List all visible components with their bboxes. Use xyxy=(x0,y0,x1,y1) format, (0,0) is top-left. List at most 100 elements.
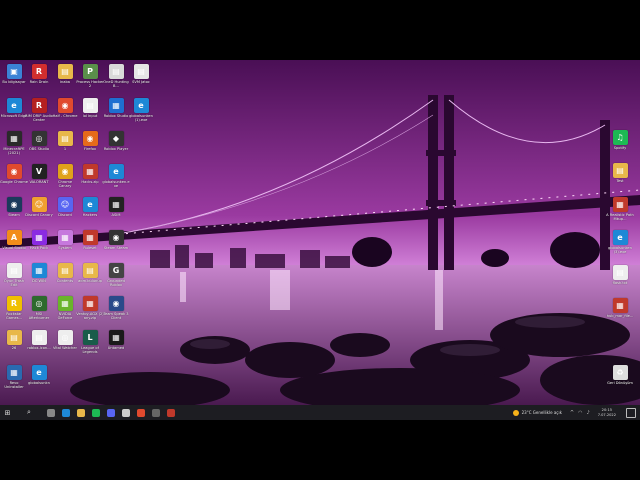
desktop-icon-label: Chrome Canary xyxy=(57,180,73,188)
app-icon: ▦ xyxy=(108,330,124,345)
app-icon: A xyxy=(6,230,22,245)
desktop-icon[interactable]: ▦ hub_mar_file... xyxy=(607,298,633,332)
desktop-icon[interactable]: ▦ Roblox Studio xyxy=(103,98,129,132)
app-icon: ♫ xyxy=(612,130,628,145)
desktop-icon[interactable]: ▤ Oyun Trash Edit xyxy=(1,263,27,297)
desktop-icon[interactable]: ◉ Half - Chrome xyxy=(52,98,78,132)
desktop-icon[interactable]: ▤ SVM Jatoc xyxy=(128,64,154,98)
app-icon: e xyxy=(82,197,98,212)
desktop-icon[interactable]: ▤ 1 xyxy=(52,131,78,165)
desktop-icon[interactable]: R RIM DRIP Audio Center xyxy=(25,98,53,132)
desktop-icon-label: League of Legends xyxy=(81,346,99,354)
desktop-icon[interactable]: ▤ roblox-icon... xyxy=(26,330,52,364)
app-icon: ◉ xyxy=(57,98,73,113)
desktop-icon[interactable]: ▦ System xyxy=(52,230,78,264)
desktop-icon[interactable]: ◎ MSI Afterburner xyxy=(26,296,52,330)
desktop-icon[interactable]: e globalsunken (3).exe xyxy=(607,230,633,264)
desktop-icon[interactable]: ◉ Steam Steam xyxy=(103,230,129,264)
desktop-icon[interactable]: L League of Legends xyxy=(77,330,103,364)
desktop-icon[interactable]: ▦ Hacks.zip xyxy=(77,164,103,198)
winrar-icon xyxy=(166,408,175,417)
desktop-icon[interactable]: ♫ Spotify xyxy=(607,130,633,164)
desktop-icon[interactable]: e globalsunken (1).exe xyxy=(128,98,154,132)
desktop-icon[interactable]: ▦ Hack Pack xyxy=(26,230,52,264)
taskbar-app-edge[interactable] xyxy=(58,405,73,420)
desktop-icon[interactable]: ▦ MinecraftPE (2021) xyxy=(1,131,27,165)
app-icon: G xyxy=(108,263,124,278)
desktop-icon[interactable]: R Rockstar Games... xyxy=(1,296,27,330)
desktop-icon-label: Revo Uninstaller xyxy=(4,381,24,389)
desktop-icon-label: roblox-icon... xyxy=(27,346,51,350)
volume-icon[interactable]: ♪ xyxy=(587,410,590,416)
desktop-icon[interactable]: ▤ adm.bulunup xyxy=(77,263,103,297)
desktop-icon-label: Discord xyxy=(58,213,72,217)
taskbar-app-chrome[interactable] xyxy=(133,405,148,420)
desktop-icon-label: Visual Studio xyxy=(2,246,26,250)
desktop-icon[interactable]: ▤ Contents xyxy=(52,263,78,297)
desktop-icon[interactable]: ◉ Team Speak 3 Client xyxy=(103,296,129,330)
app-icon: e xyxy=(6,98,22,113)
desktop-icon[interactable]: ▤ flash.txt xyxy=(607,265,633,299)
start-button[interactable]: ⊞ xyxy=(0,405,15,420)
desktop-icon-label: Bu bilgisayar xyxy=(2,80,26,84)
app-icon: ▦ xyxy=(82,230,98,245)
desktop-icon[interactable]: G Grounded Roblox xyxy=(103,263,129,297)
desktop-icon[interactable]: ◎ OBS Studio xyxy=(26,131,52,165)
desktop-icon[interactable]: R Rain Drain xyxy=(26,64,52,98)
desktop-icon[interactable]: P Process Hacker 2 xyxy=(76,64,104,98)
desktop-icon-label: lol input xyxy=(82,114,98,118)
desktop-icon[interactable]: ▤ lol input xyxy=(77,98,103,132)
clock[interactable]: 20:15 7.07.2022 xyxy=(598,408,616,417)
desktop-icon[interactable]: ▤ OneD Hunting B... xyxy=(103,64,129,98)
taskbar-app-roblox[interactable] xyxy=(118,405,133,420)
desktop-icon-label: SVM Jatoc xyxy=(132,80,150,84)
desktop-icon[interactable]: ▤ Test xyxy=(607,163,633,197)
desktop-icon[interactable]: ◉ Steam xyxy=(1,197,27,231)
desktop-icon-label: Roblox Player xyxy=(103,147,129,151)
desktop-icon[interactable]: ◆ Roblox Player xyxy=(103,131,129,165)
desktop-icon[interactable]: ▤ inaba xyxy=(52,64,78,98)
taskbar-app-task-view[interactable] xyxy=(43,405,58,420)
desktop-icon[interactable]: ◉ Chrome Canary xyxy=(52,164,78,198)
network-icon[interactable]: ◠ xyxy=(578,410,582,416)
desktop-icon[interactable]: ▣ Bu bilgisayar xyxy=(1,64,27,98)
search-button[interactable]: ⌕ xyxy=(15,405,43,420)
app-icon: ▤ xyxy=(82,263,98,278)
app-icon: P xyxy=(82,64,98,79)
desktop-icon[interactable]: ◉ Google Chrome xyxy=(0,164,28,198)
chevron-up-icon[interactable]: ^ xyxy=(570,410,574,416)
desktop-icon[interactable]: ▦ Untamed xyxy=(103,330,129,364)
taskbar-app-spotify[interactable] xyxy=(88,405,103,420)
desktop-icon[interactable]: ▦ ASIM xyxy=(103,197,129,231)
desktop-icon[interactable]: ▦ Ruleset xyxy=(77,230,103,264)
desktop-icon[interactable]: ☺ Discord xyxy=(52,197,78,231)
desktop-icon[interactable]: ◎ Vital Watcher xyxy=(52,330,78,364)
taskbar-app-discord[interactable] xyxy=(103,405,118,420)
desktop-icon[interactable]: ▦ NVIDIA GeForce xyxy=(52,296,78,330)
app-icon: ☺ xyxy=(31,197,47,212)
desktop-icon[interactable]: ☺ Discord Canary xyxy=(25,197,53,231)
desktop-icon[interactable]: e globalsunkn xyxy=(26,365,52,399)
weather-widget[interactable]: 23°C Genellikle açık xyxy=(512,409,562,416)
app-icon: ▤ xyxy=(6,330,22,345)
desktop-icon[interactable]: ◉ Firefox xyxy=(77,131,103,165)
desktop-icon[interactable]: ▤ 26 xyxy=(1,330,27,364)
desktop-icon[interactable]: ▦ Ventoy-AGX (2) any.zip xyxy=(76,296,104,330)
desktop-icon[interactable]: e globalsunken.exe xyxy=(102,164,130,198)
notification-icon[interactable] xyxy=(626,407,636,418)
taskbar-app-winrar[interactable] xyxy=(163,405,178,420)
desktop-icon[interactable]: A Visual Studio xyxy=(1,230,27,264)
taskbar-app-explorer[interactable] xyxy=(73,405,88,420)
desktop-icon[interactable]: e Microsoft Edge xyxy=(1,98,27,132)
desktop-icon-label: Geri Dönüşüm xyxy=(607,381,633,385)
desktop-icon[interactable]: ▦ Revo Uninstaller xyxy=(1,365,27,399)
taskbar-app-obs[interactable] xyxy=(148,405,163,420)
desktop-icon[interactable]: e Hackers xyxy=(77,197,103,231)
taskbar: ⊞ ⌕ 23°C Genellikle açık ^ ◠ ♪ 20:15 7.0… xyxy=(0,405,640,420)
desktop-icon[interactable]: ▦ DC WIN xyxy=(26,263,52,297)
desktop-icon[interactable]: V VALORANT xyxy=(26,164,52,198)
weather-text: 23°C Genellikle açık xyxy=(521,410,562,415)
desktop-icon[interactable]: ▦ A Realistic Path Mkup... xyxy=(606,197,634,231)
desktop-icon[interactable]: ♻ Geri Dönüşüm xyxy=(607,365,633,399)
app-icon: ☺ xyxy=(57,197,73,212)
